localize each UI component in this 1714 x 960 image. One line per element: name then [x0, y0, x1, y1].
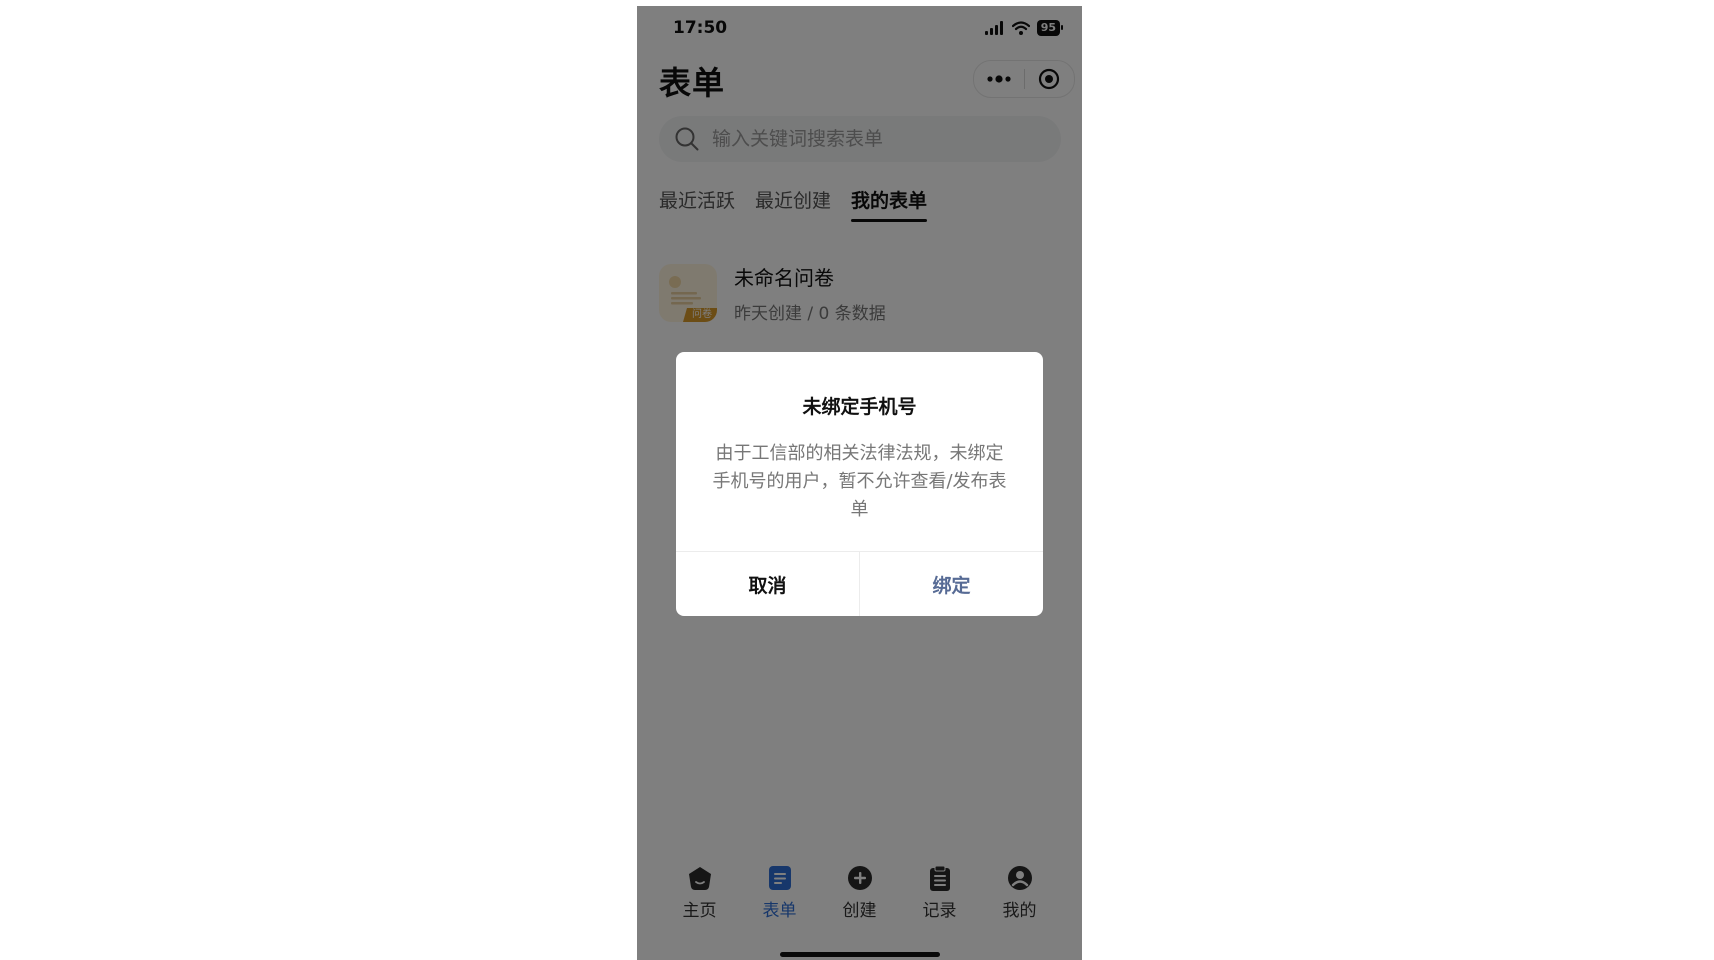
bind-button[interactable]: 绑定: [860, 552, 1043, 616]
phone-screen: 17:50 95 表单: [637, 6, 1082, 960]
dialog-actions: 取消 绑定: [676, 551, 1043, 616]
cancel-button[interactable]: 取消: [676, 552, 860, 616]
dialog-message: 由于工信部的相关法律法规，未绑定手机号的用户，暂不允许查看/发布表单: [712, 443, 1007, 520]
dialog-title: 未绑定手机号: [802, 396, 917, 418]
bind-phone-dialog: 未绑定手机号 由于工信部的相关法律法规，未绑定手机号的用户，暂不允许查看/发布表…: [676, 352, 1043, 616]
